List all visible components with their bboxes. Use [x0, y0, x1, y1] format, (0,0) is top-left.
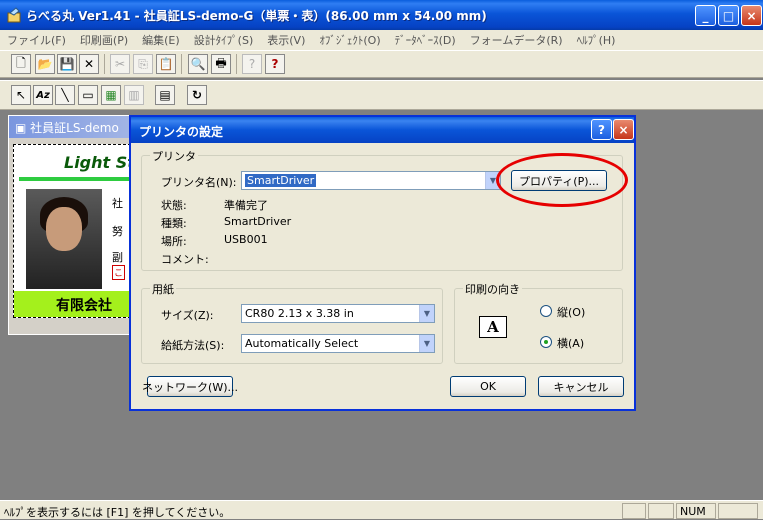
photo-face — [46, 207, 82, 251]
app-title: らべる丸 Ver1.41 - 社員証LS-demo-G（単票・表）(86.00 … — [26, 9, 487, 23]
rectangle-tool-icon[interactable]: ▭ — [78, 85, 98, 105]
printer-group-label: プリンタ — [150, 148, 198, 164]
size-label: サイズ(Z): — [161, 309, 214, 322]
status-text: ﾍﾙﾌﾟを表示するには [F1] を押してください。 — [4, 506, 231, 519]
menu-object[interactable]: ｵﾌﾞｼﾞｪｸﾄ(O) — [312, 32, 387, 48]
type-label: 種類: — [161, 217, 187, 230]
maximize-button[interactable]: □ — [718, 5, 739, 26]
status-value: 準備完了 — [224, 199, 268, 212]
card-text-3: 副 — [112, 251, 123, 264]
status-pane — [622, 503, 646, 519]
menu-bar: ファイル(F) 印刷画(P) 編集(E) 設計ﾀｲﾌﾟ(S) 表示(V) ｵﾌﾞ… — [0, 30, 763, 50]
refresh-icon[interactable]: ↻ — [187, 85, 207, 105]
menu-edit[interactable]: 編集(E) — [135, 32, 187, 48]
close-button[interactable]: × — [741, 5, 762, 26]
orientation-group-label: 印刷の向き — [463, 281, 522, 297]
save-icon[interactable]: 💾 — [57, 54, 77, 74]
document-title: ▣ 社員証LS-demo — [9, 116, 143, 138]
type-value: SmartDriver — [224, 215, 292, 228]
menu-print-screen[interactable]: 印刷画(P) — [73, 32, 135, 48]
paper-size-select[interactable]: CR80 2.13 x 3.38 in ▼ — [241, 304, 435, 323]
source-label: 給紙方法(S): — [161, 339, 225, 352]
paper-source-value: Automatically Select — [245, 337, 359, 350]
image-tool-icon[interactable]: ▦ — [101, 85, 121, 105]
printer-name-select[interactable]: SmartDriver ▼ — [241, 171, 501, 190]
num-lock-indicator: NUM — [676, 503, 716, 519]
ok-button[interactable]: OK — [450, 376, 526, 397]
network-button[interactable]: ネットワーク(W)... — [142, 376, 238, 397]
print-icon[interactable]: 🖶 — [211, 54, 231, 74]
app-title-bar[interactable]: らべる丸 Ver1.41 - 社員証LS-demo-G（単票・表）(86.00 … — [0, 0, 763, 30]
list-tool-icon[interactable]: ▤ — [155, 85, 175, 105]
toolbar-separator — [181, 54, 182, 74]
cut-icon[interactable]: ✂ — [110, 54, 130, 74]
printer-name-value: SmartDriver — [245, 174, 317, 187]
minimize-button[interactable]: _ — [695, 5, 716, 26]
text-tool-icon[interactable]: Az — [33, 85, 53, 105]
portrait-radio[interactable] — [540, 305, 552, 317]
context-help-icon[interactable]: ? — [242, 54, 262, 74]
print-preview-icon[interactable]: 🔍 — [188, 54, 208, 74]
toolbar-separator — [236, 54, 237, 74]
location-value: USB001 — [224, 233, 268, 246]
app-icon — [7, 7, 21, 23]
card-text-4: こ — [112, 265, 126, 280]
menu-database[interactable]: ﾃﾞｰﾀﾍﾞｰｽ(D) — [388, 32, 463, 48]
status-pane — [718, 503, 758, 519]
toolbar-separator — [104, 54, 105, 74]
line-tool-icon[interactable]: ╲ — [55, 85, 75, 105]
status-pane — [648, 503, 674, 519]
comment-label: コメント: — [161, 253, 209, 266]
drawing-toolbar: ↖ Az ╲ ▭ ▦ ▥ ▤ ↻ — [0, 80, 763, 110]
printer-name-label: プリンタ名(N): — [161, 176, 237, 189]
landscape-page-icon: A — [479, 316, 507, 338]
help-icon[interactable]: ? — [265, 54, 285, 74]
paper-group-label: 用紙 — [150, 281, 176, 297]
paper-size-value: CR80 2.13 x 3.38 in — [245, 307, 354, 320]
open-icon[interactable]: 📂 — [35, 54, 55, 74]
close-doc-icon[interactable]: ✕ — [79, 54, 99, 74]
highlight-ellipse — [496, 153, 628, 207]
standard-toolbar: 🗋 📂 💾 ✕ ✂ ⎘ 📋 🔍 🖶 ? ? — [0, 50, 763, 78]
menu-help[interactable]: ﾍﾙﾌﾟ(H) — [570, 32, 623, 48]
id-card-canvas[interactable]: Light Sto 社 努 副 こ 有限会社 — [13, 144, 141, 318]
select-arrow-icon[interactable]: ↖ — [11, 85, 31, 105]
card-text-1: 社 — [112, 197, 123, 210]
card-photo — [26, 189, 102, 289]
card-text-2: 努 — [112, 225, 123, 238]
chevron-down-icon[interactable]: ▼ — [419, 305, 434, 322]
document-window[interactable]: ▣ 社員証LS-demo Light Sto 社 努 副 こ 有限会社 — [8, 115, 144, 335]
dialog-close-icon[interactable]: × — [613, 119, 634, 140]
status-label: 状態: — [161, 199, 187, 212]
card-company: 有限会社 — [14, 291, 140, 317]
paste-icon[interactable]: 📋 — [156, 54, 176, 74]
barcode-tool-icon[interactable]: ▥ — [124, 85, 144, 105]
cancel-button[interactable]: キャンセル — [538, 376, 624, 397]
menu-view[interactable]: 表示(V) — [260, 32, 312, 48]
dialog-title: プリンタの設定 — [131, 117, 634, 143]
menu-file[interactable]: ファイル(F) — [0, 32, 73, 48]
card-green-line — [19, 177, 139, 181]
menu-design-type[interactable]: 設計ﾀｲﾌﾟ(S) — [187, 32, 261, 48]
new-icon[interactable]: 🗋 — [11, 54, 31, 74]
portrait-label[interactable]: 縦(O) — [557, 304, 585, 320]
chevron-down-icon[interactable]: ▼ — [419, 335, 434, 352]
dialog-help-icon[interactable]: ? — [591, 119, 612, 140]
location-label: 場所: — [161, 235, 187, 248]
landscape-label[interactable]: 横(A) — [557, 335, 584, 351]
menu-form-data[interactable]: フォームデータ(R) — [463, 32, 570, 48]
status-bar: ﾍﾙﾌﾟを表示するには [F1] を押してください。 NUM — [0, 500, 763, 519]
landscape-radio[interactable] — [540, 336, 552, 348]
paper-source-select[interactable]: Automatically Select ▼ — [241, 334, 435, 353]
copy-icon[interactable]: ⎘ — [133, 54, 153, 74]
